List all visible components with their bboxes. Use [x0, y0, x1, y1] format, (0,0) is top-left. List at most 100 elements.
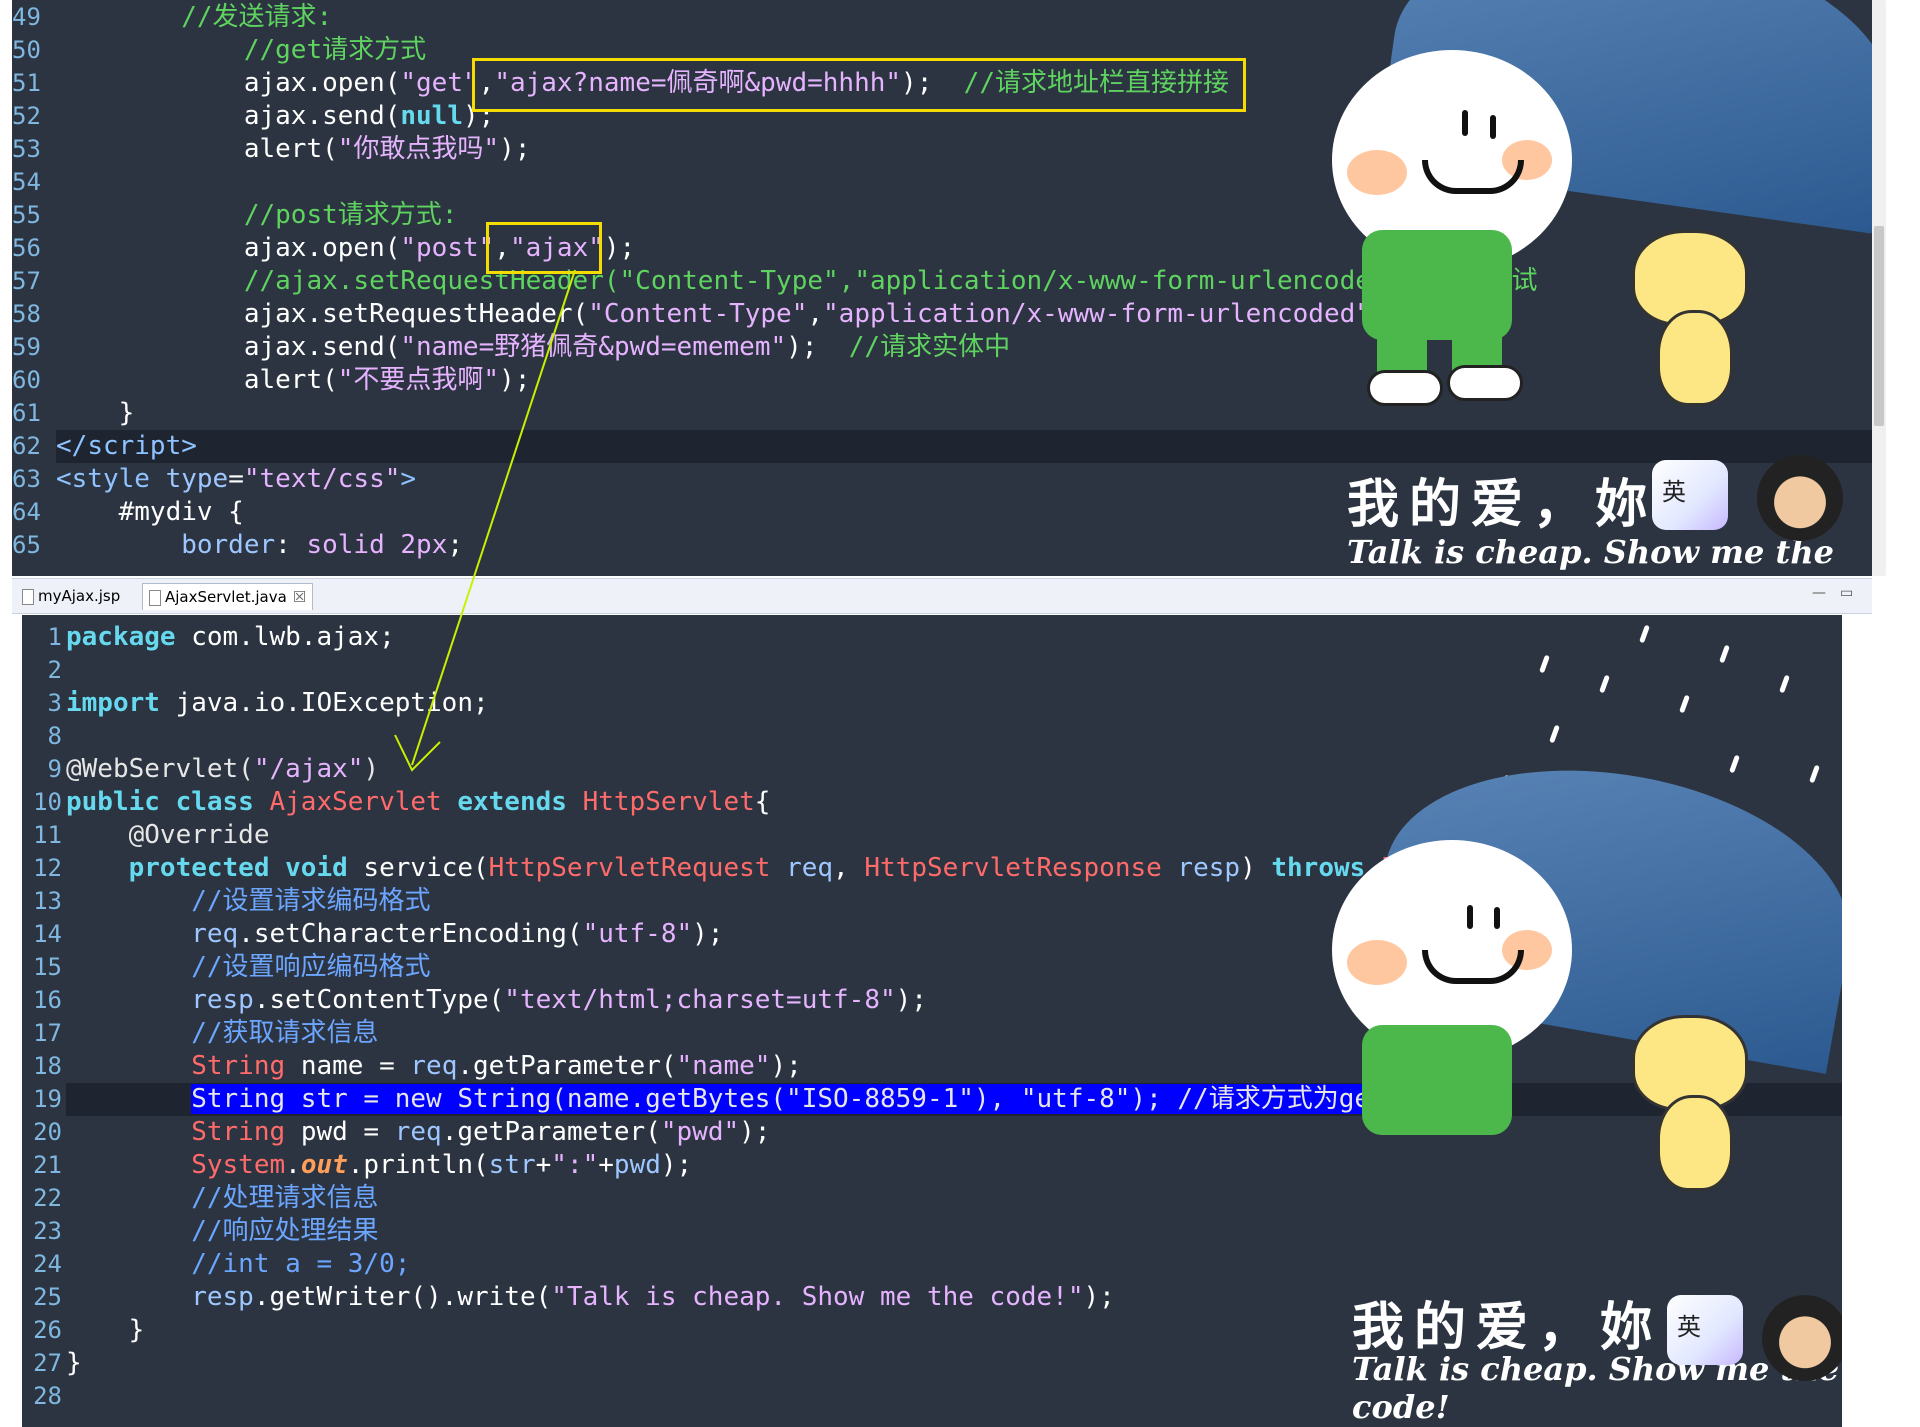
code-token: out: [300, 1150, 348, 1180]
maximize-icon[interactable]: ▭: [1840, 585, 1860, 603]
code-token: "text/html;charset=utf-8": [504, 985, 896, 1015]
ime-indicator[interactable]: 英: [1652, 460, 1728, 530]
tab-ajaxservlet-java[interactable]: AjaxServlet.java ☒: [142, 583, 314, 610]
code-line[interactable]: System.out.println(str+":"+pwd);: [66, 1149, 692, 1182]
code-line[interactable]: //get请求方式: [56, 34, 426, 67]
code-token: ,: [807, 299, 824, 329]
code-token: req: [410, 1051, 458, 1081]
code-token: border: [56, 530, 276, 560]
code-token: System: [66, 1150, 286, 1180]
line-number: 57: [12, 267, 41, 295]
code-token: {: [754, 787, 771, 817]
tab-myajax-jsp[interactable]: myAjax.jsp: [16, 583, 126, 609]
code-token: );: [499, 365, 531, 395]
tab-label: myAjax.jsp: [38, 587, 121, 605]
code-line[interactable]: String name = req.getParameter("name");: [66, 1050, 802, 1083]
line-number: 27: [33, 1349, 62, 1377]
code-token: );: [499, 134, 531, 164]
code-line[interactable]: req.setCharacterEncoding("utf-8");: [66, 918, 723, 951]
ime-language-label: 英: [1662, 478, 1686, 506]
code-line[interactable]: alert("不要点我啊");: [56, 364, 531, 397]
code-line[interactable]: public class AjaxServlet extends HttpSer…: [66, 786, 770, 819]
wallpaper-illustration: [1302, 615, 1842, 1315]
code-token: );: [786, 332, 849, 362]
code-token: "不要点我啊": [337, 365, 500, 395]
code-line[interactable]: resp.setContentType("text/html;charset=u…: [66, 984, 927, 1017]
code-token: ":": [551, 1150, 599, 1180]
line-number: 63: [12, 465, 41, 493]
ime-indicator[interactable]: 英: [1667, 1295, 1743, 1365]
code-line[interactable]: //处理请求信息: [66, 1182, 379, 1215]
line-number: 51: [12, 69, 41, 97]
code-line[interactable]: ajax.send("name=野猪佩奇&pwd=ememem"); //请求实…: [56, 331, 1010, 364]
code-line[interactable]: //post请求方式:: [56, 199, 458, 232]
code-token: script: [87, 431, 182, 461]
line-number: 60: [12, 366, 41, 394]
code-token: //post请求方式:: [56, 200, 458, 230]
code-token: "你敢点我吗": [337, 134, 500, 164]
highlight-get-url: [472, 58, 1246, 112]
line-number: 3: [47, 689, 62, 717]
code-token: .setCharacterEncoding(: [238, 919, 583, 949]
code-line[interactable]: //int a = 3/0;: [66, 1248, 410, 1281]
code-line[interactable]: <style type="text/css">: [56, 463, 416, 496]
line-number: 50: [12, 36, 41, 64]
code-token: "get": [400, 68, 479, 98]
code-token: req: [394, 1117, 442, 1147]
java-editor[interactable]: 1 2 3 8 9 10 11 12 13 14 15 16 17 18 19 20 21 22 23 24 25 26 2…: [22, 615, 1842, 1427]
code-line[interactable]: //设置响应编码格式: [66, 951, 430, 984]
code-line[interactable]: ajax.send(null);: [56, 100, 494, 133]
code-line[interactable]: //获取请求信息: [66, 1017, 378, 1050]
code-line[interactable]: //发送请求:: [56, 1, 332, 34]
code-line[interactable]: }: [56, 397, 135, 430]
code-line[interactable]: import java.io.IOException;: [66, 687, 489, 720]
code-line[interactable]: }: [66, 1314, 145, 1347]
highlight-post-url: [486, 222, 602, 274]
code-token: HttpServlet: [582, 787, 755, 817]
code-line[interactable]: //设置请求编码格式: [66, 885, 430, 918]
code-token: @Override: [66, 820, 270, 850]
tab-label: AjaxServlet.java: [165, 588, 287, 606]
code-line[interactable]: #mydiv {: [56, 496, 244, 529]
scrollbar-thumb[interactable]: [1874, 226, 1884, 426]
code-token: .: [285, 1150, 301, 1180]
code-token: //请求实体中: [848, 332, 1011, 362]
line-number: 22: [33, 1184, 62, 1212]
code-token: //int a = 3/0;: [66, 1249, 411, 1279]
line-number: 17: [33, 1019, 62, 1047]
line-number: 21: [33, 1151, 62, 1179]
line-number: 24: [33, 1250, 62, 1278]
minimize-icon[interactable]: —: [1812, 585, 1832, 603]
line-number: 16: [33, 986, 62, 1014]
code-line[interactable]: resp.getWriter().write("Talk is cheap. S…: [66, 1281, 1115, 1314]
code-token: .getWriter().write(: [253, 1282, 552, 1312]
watermark-chinese: 我的爱，妳: [1352, 1297, 1663, 1358]
code-token: .println(: [347, 1150, 489, 1180]
jsp-editor[interactable]: 49 50 51 52 53 54 55 56 57 58 59 60 61 62 63 64 65 //发送请…: [12, 0, 1872, 576]
code-line[interactable]: @Override: [66, 819, 270, 852]
code-token: req: [770, 853, 834, 883]
line-number: 14: [33, 920, 62, 948]
line-number: 61: [12, 399, 41, 427]
code-line[interactable]: package com.lwb.ajax;: [66, 621, 395, 654]
code-line[interactable]: border: solid 2px;: [56, 529, 463, 562]
code-token: String: [66, 1051, 301, 1081]
close-icon[interactable]: ☒: [293, 588, 306, 606]
code-line[interactable]: @WebServlet("/ajax"): [66, 753, 379, 786]
code-line[interactable]: }: [66, 1347, 82, 1380]
code-token: //处理请求信息: [66, 1183, 379, 1213]
line-number: 15: [33, 953, 62, 981]
code-token: solid 2px: [306, 530, 448, 560]
avatar-icon: [1762, 1295, 1842, 1381]
code-token: protected void: [66, 853, 364, 883]
code-token: "application/x-www-form-urlencoded": [823, 299, 1371, 329]
code-line[interactable]: //响应处理结果: [66, 1215, 378, 1248]
code-token: //发送请求:: [56, 2, 333, 32]
code-line[interactable]: ajax.setRequestHeader("Content-Type","ap…: [56, 298, 1402, 331]
code-line[interactable]: alert("你敢点我吗");: [56, 133, 531, 166]
code-token: ajax.open(: [56, 233, 401, 263]
code-token: "post": [400, 233, 495, 263]
code-line[interactable]: String pwd = req.getParameter("pwd");: [66, 1116, 770, 1149]
code-token: pwd: [613, 1150, 661, 1180]
code-token: >: [400, 464, 417, 494]
